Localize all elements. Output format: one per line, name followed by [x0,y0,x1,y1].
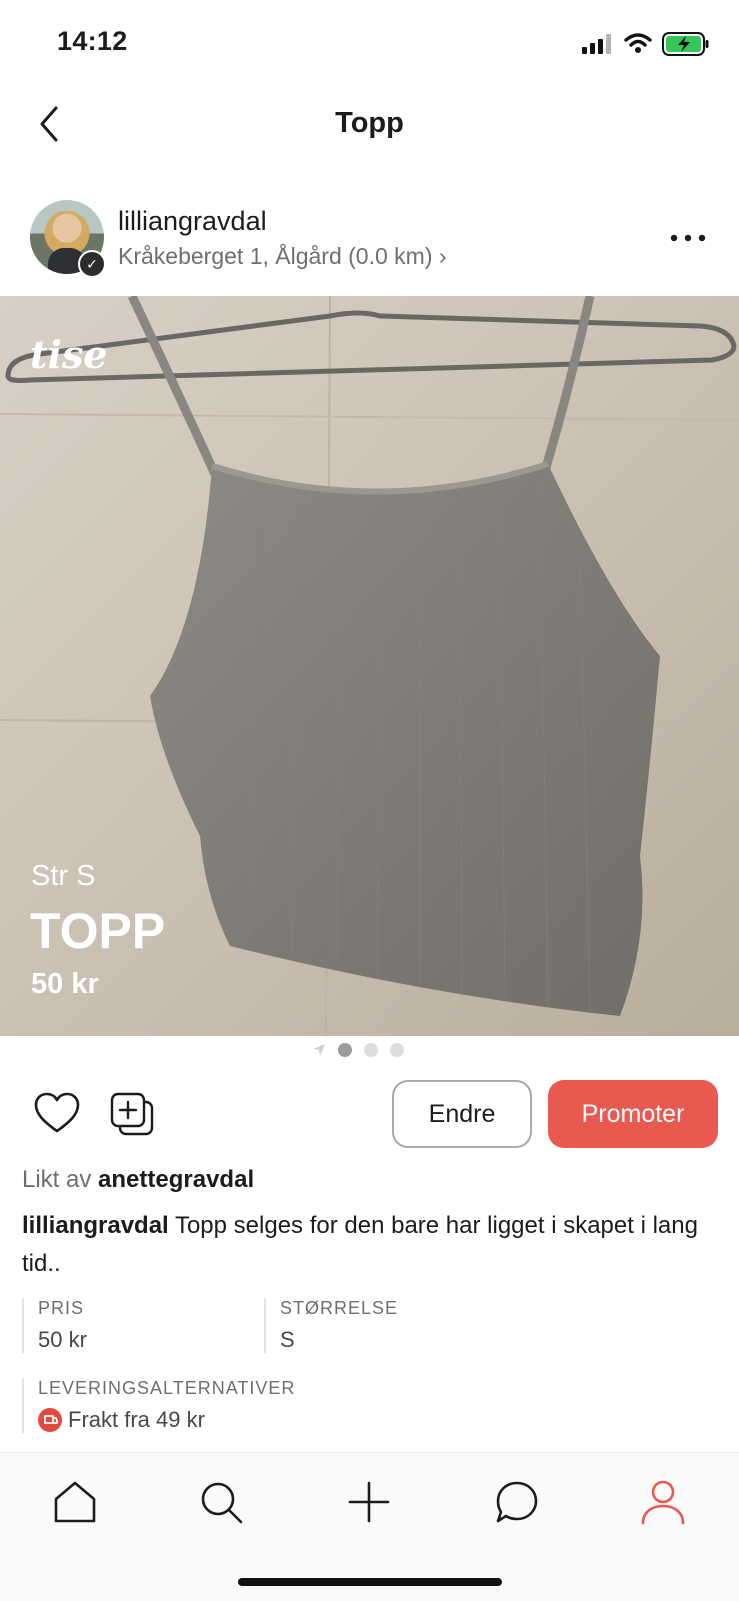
battery-charging-icon [662,32,709,56]
add-icon[interactable] [346,1479,392,1525]
add-to-collection-icon[interactable] [110,1092,154,1136]
shipping-icon [38,1408,62,1432]
overlay-size-text: Str S [31,860,96,892]
heart-icon[interactable] [34,1092,80,1134]
price-detail: PRIS 50 kr [22,1298,87,1353]
liked-by-prefix: Likt av [22,1166,92,1193]
size-detail: STØRRELSE S [264,1298,398,1353]
more-options-icon[interactable] [670,234,706,242]
overlay-title-text: TOPP [30,903,166,959]
liked-by: Likt av anettegravdal [22,1166,254,1194]
item-description: lilliangravdal Topp selges for den bare … [22,1207,722,1283]
liked-by-user[interactable]: anettegravdal [98,1166,254,1193]
shipping-value: Frakt fra 49 kr [68,1407,205,1432]
price-value: 50 kr [38,1327,87,1352]
chat-icon[interactable] [494,1479,540,1525]
location-arrow-icon [313,1044,325,1056]
description-username[interactable]: lilliangravdal [22,1212,169,1239]
shipping-detail[interactable]: LEVERINGSALTERNATIVER Frakt fra 49 kr [22,1378,295,1433]
cellular-signal-icon [582,34,611,54]
seller-username[interactable]: lilliangravdal [118,206,267,237]
verified-badge-icon: ✓ [78,250,106,278]
home-icon[interactable] [52,1479,98,1525]
profile-icon[interactable] [640,1479,686,1525]
photo-pager[interactable] [312,1042,404,1058]
size-value: S [280,1327,295,1352]
search-icon[interactable] [198,1479,244,1525]
overlay-price-text: 50 kr [31,968,99,1000]
price-label: PRIS [38,1298,85,1318]
pager-dot-active[interactable] [338,1043,352,1057]
status-time: 14:12 [57,26,128,56]
promote-button[interactable]: Promoter [548,1080,718,1148]
tise-watermark: tise [30,332,108,377]
page-title: Topp [335,107,404,139]
wifi-icon [624,33,652,53]
size-label: STØRRELSE [280,1298,399,1318]
pager-dot[interactable] [364,1043,378,1057]
edit-button[interactable]: Endre [392,1080,532,1148]
shipping-label: LEVERINGSALTERNATIVER [38,1378,296,1398]
seller-location[interactable]: Kråkeberget 1, Ålgård (0.0 km) › [118,243,447,270]
home-indicator [238,1578,502,1586]
pager-dot[interactable] [390,1043,404,1057]
shipping-row: Frakt fra 49 kr [38,1407,295,1433]
product-photo[interactable]: tise Str S TOPP 50 kr [0,296,739,1036]
